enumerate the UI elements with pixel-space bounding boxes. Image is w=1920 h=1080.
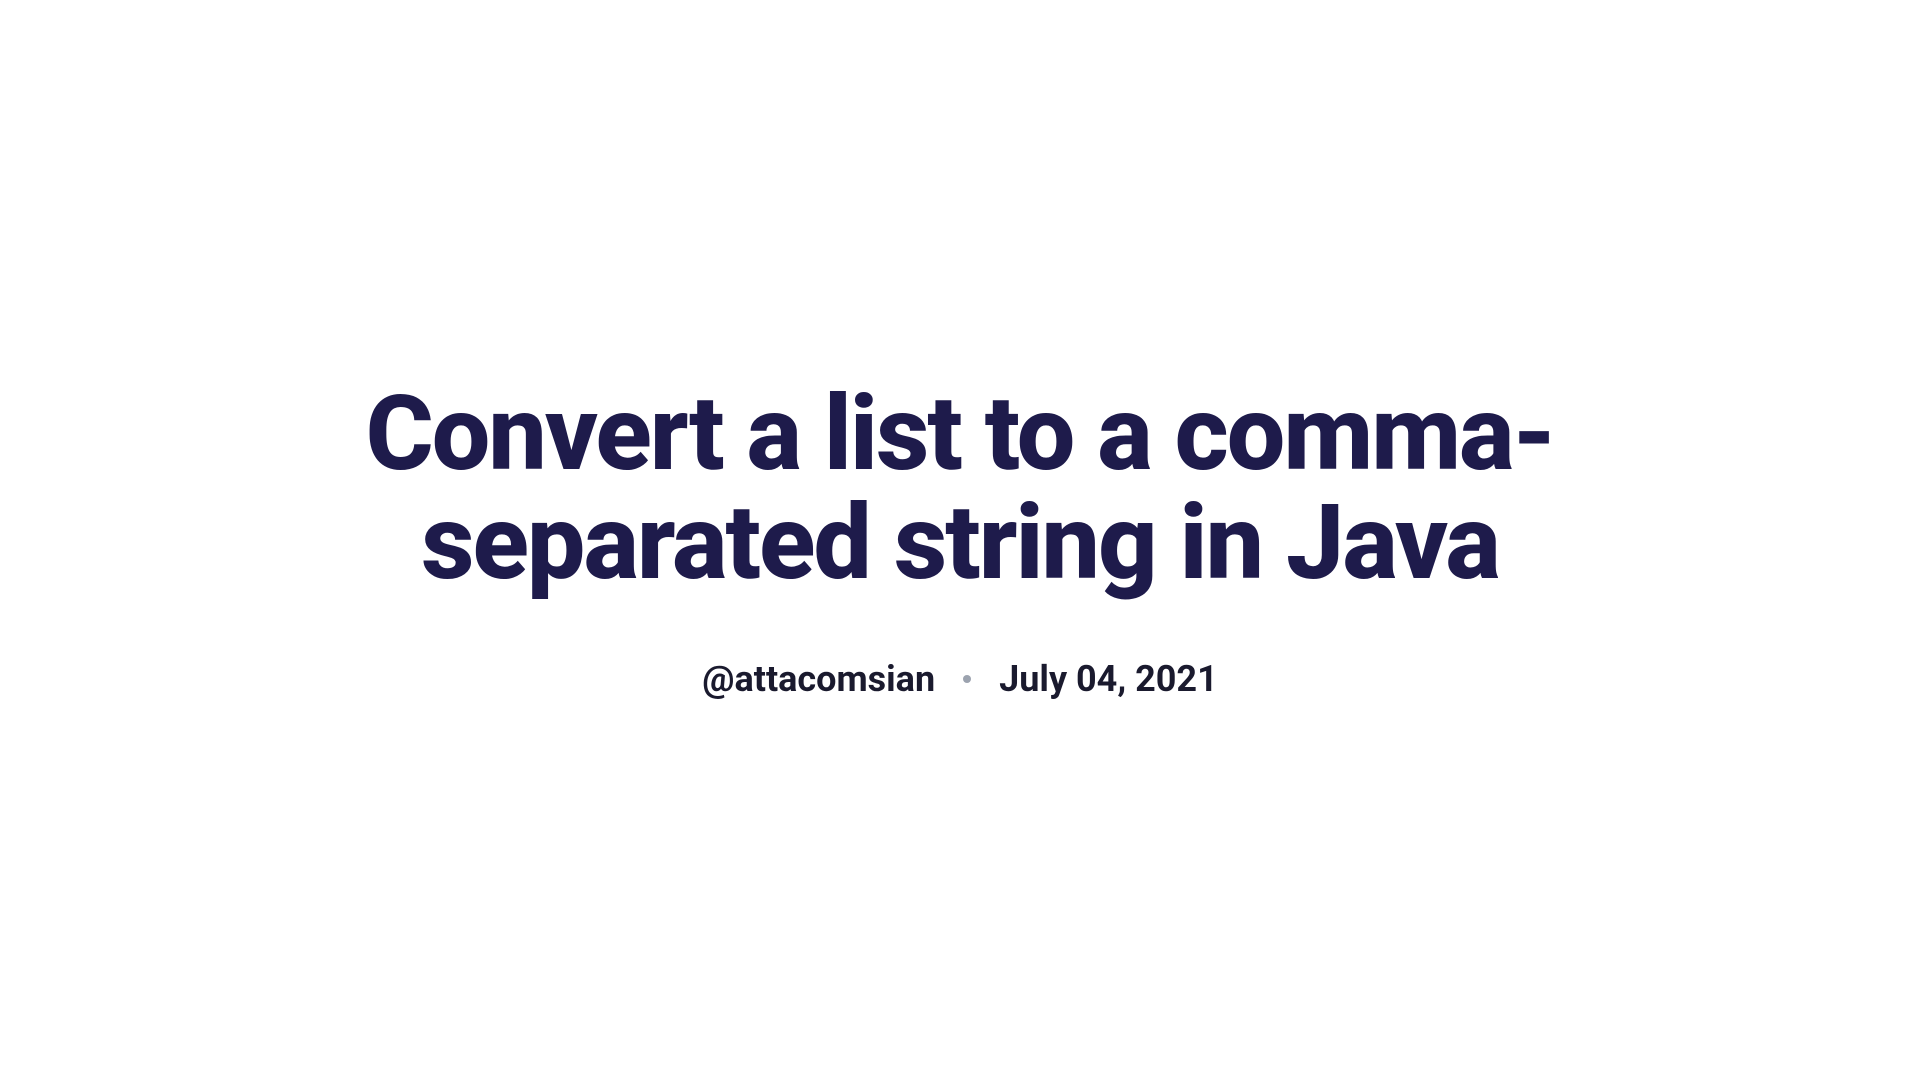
article-header: Convert a list to a comma-separated stri… [360,380,1560,700]
article-title: Convert a list to a comma-separated stri… [360,380,1560,598]
meta-separator-icon [963,675,971,683]
article-author: @attacomsian [702,658,935,700]
article-meta: @attacomsian July 04, 2021 [702,658,1218,700]
article-date: July 04, 2021 [999,658,1218,700]
